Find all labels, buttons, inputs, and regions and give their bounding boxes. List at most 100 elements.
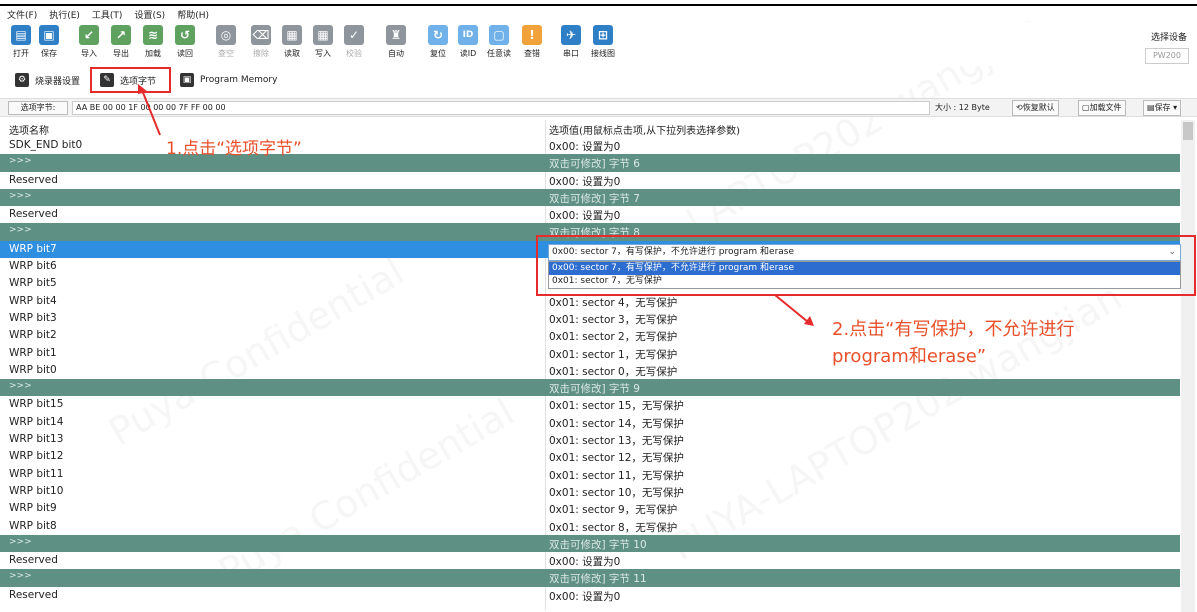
toolbar-button-readback[interactable]: ↺ 读回 xyxy=(172,25,198,59)
table-row[interactable]: WRP bit13 0x01: sector 13，无写保护 xyxy=(0,431,1180,448)
toolbar-button-write[interactable]: ▦ 写入 xyxy=(310,25,336,59)
toolbar-button-open[interactable]: ▤ 打开 xyxy=(8,25,34,59)
toolbar-button-label: 串口 xyxy=(563,49,579,58)
load-file-button[interactable]: ▢加载文件 xyxy=(1078,100,1126,116)
option-value-cell[interactable]: 0x01: sector 9，无写保护 xyxy=(549,502,677,517)
option-name-cell: WRP bit14 xyxy=(9,415,64,428)
table-row[interactable]: WRP bit8 0x01: sector 8，无写保护 xyxy=(0,518,1180,535)
save-button[interactable]: ▤保存 ▾ xyxy=(1143,100,1182,116)
option-value-cell[interactable]: 0x01: sector 12，无写保护 xyxy=(549,450,684,465)
option-value-cell[interactable]: 0x00: 设置为0 xyxy=(549,174,620,189)
option-value-cell[interactable]: 0x01: sector 0，无写保护 xyxy=(549,364,677,379)
toolbar-button-error-check[interactable]: ! 查错 xyxy=(519,25,545,59)
option-name-cell: WRP bit0 xyxy=(9,363,57,376)
table-row[interactable]: WRP bit14 0x01: sector 14，无写保护 xyxy=(0,414,1180,431)
device-select[interactable]: PW200 xyxy=(1145,48,1189,64)
table-row[interactable]: WRP bit11 0x01: sector 11，无写保护 xyxy=(0,466,1180,483)
table-row[interactable]: Reserved 0x00: 设置为0 xyxy=(0,206,1180,223)
tab-label: Program Memory xyxy=(200,75,278,85)
toolbar-button-label: 打开 xyxy=(13,49,29,58)
toolbar-button-load[interactable]: ≋ 加载 xyxy=(140,25,166,59)
option-value-cell[interactable]: 0x00: 设置为0 xyxy=(549,208,620,223)
auto-icon: ♜ xyxy=(386,25,406,45)
toolbar-button-wiring-diagram[interactable]: ⊞ 接线图 xyxy=(590,25,616,59)
import-icon: ↙ xyxy=(79,25,99,45)
restore-default-button[interactable]: ⟲恢复默认 xyxy=(1012,100,1059,116)
group-row[interactable]: >>> 双击可修改] 字节 9 xyxy=(0,379,1180,397)
toolbar-button-read-id[interactable]: ID 读ID xyxy=(455,25,481,59)
serial-port-icon: ✈ xyxy=(561,25,581,45)
read-id-icon: ID xyxy=(458,25,478,45)
menu-help[interactable]: 帮助(H) xyxy=(177,8,209,21)
option-value-cell[interactable]: 双击可修改] 字节 11 xyxy=(549,571,647,586)
tab-programmer-settings[interactable]: ⚙ 烧录器设置 xyxy=(15,70,80,90)
option-value-cell[interactable]: 0x01: sector 8，无写保护 xyxy=(549,520,677,535)
toolbar-button-erase[interactable]: ⌫ 擦除 xyxy=(248,25,274,59)
option-name-cell: Reserved xyxy=(9,173,58,186)
toolbar-button-export[interactable]: ↗ 导出 xyxy=(108,25,134,59)
write-icon: ▦ xyxy=(313,25,333,45)
option-value-cell[interactable]: 0x01: sector 11，无写保护 xyxy=(549,468,684,483)
option-bytes-field[interactable]: AA BE 00 00 1F 00 00 00 7F FF 00 00 xyxy=(72,101,930,115)
scrollbar-thumb[interactable] xyxy=(1183,122,1193,140)
group-row[interactable]: >>> 双击可修改] 字节 11 xyxy=(0,569,1180,587)
blank-check-icon: ◎ xyxy=(216,25,236,45)
menu-settings[interactable]: 设置(S) xyxy=(134,8,165,21)
option-name-cell: WRP bit8 xyxy=(9,519,57,532)
toolbar-button-label: 读ID xyxy=(459,49,477,58)
toolbar-button-save[interactable]: ▣ 保存 xyxy=(36,25,62,59)
option-value-cell[interactable]: 0x01: sector 2，无写保护 xyxy=(549,329,677,344)
annotation-step1: 1.点击“选项字节” xyxy=(166,139,302,159)
save-icon: ▤ xyxy=(1147,103,1155,112)
table-row[interactable]: WRP bit12 0x01: sector 12，无写保护 xyxy=(0,448,1180,465)
toolbar-button-verify[interactable]: ✓ 校验 xyxy=(341,25,367,59)
vertical-scrollbar[interactable] xyxy=(1181,120,1195,612)
table-row[interactable]: Reserved 0x00: 设置为0 xyxy=(0,587,1180,604)
table-row[interactable]: WRP bit15 0x01: sector 15，无写保护 xyxy=(0,396,1180,413)
option-value-cell[interactable]: 0x01: sector 10，无写保护 xyxy=(549,485,684,500)
toolbar-button-any-read[interactable]: ▢ 任意读 xyxy=(486,25,512,59)
option-value-cell[interactable]: 0x01: sector 3，无写保护 xyxy=(549,312,677,327)
toolbar-button-reset[interactable]: ↻ 复位 xyxy=(425,25,451,59)
option-value-cell[interactable]: 0x01: sector 4，无写保护 xyxy=(549,295,677,310)
menu-execute[interactable]: 执行(E) xyxy=(49,8,80,21)
table-row[interactable]: Reserved 0x00: 设置为0 xyxy=(0,172,1180,189)
group-row[interactable]: >>> 双击可修改] 字节 10 xyxy=(0,534,1180,553)
option-value-cell[interactable]: 双击可修改] 字节 6 xyxy=(549,156,640,171)
group-row[interactable]: >>> 双击可修改] 字节 7 xyxy=(0,188,1180,207)
option-value-cell[interactable]: 0x00: 设置为0 xyxy=(549,554,620,569)
option-value-cell[interactable]: 0x01: sector 1，无写保护 xyxy=(549,347,677,362)
gear-icon: ⚙ xyxy=(15,73,29,87)
toolbar-button-label: 任意读 xyxy=(487,49,511,58)
table-row[interactable]: Reserved 0x00: 设置为0 xyxy=(0,552,1180,569)
annotation-arrow-1 xyxy=(138,84,161,136)
option-name-cell: WRP bit15 xyxy=(9,398,64,411)
file-icon: ▢ xyxy=(1082,103,1090,112)
option-value-cell[interactable]: 双击可修改] 字节 9 xyxy=(549,381,640,396)
device-select-label: 选择设备 xyxy=(1150,33,1187,43)
tab-label: 烧录器设置 xyxy=(35,76,81,87)
table-row[interactable]: WRP bit9 0x01: sector 9，无写保护 xyxy=(0,500,1180,517)
option-value-cell[interactable]: 0x01: sector 13，无写保护 xyxy=(549,433,684,448)
option-name-cell: WRP bit4 xyxy=(9,294,57,307)
option-value-cell[interactable]: 双击可修改] 字节 10 xyxy=(549,537,647,552)
table-row[interactable]: WRP bit10 0x01: sector 10，无写保护 xyxy=(0,483,1180,500)
menu-tools[interactable]: 工具(T) xyxy=(92,8,123,21)
toolbar-button-auto[interactable]: ♜ 自动 xyxy=(383,25,409,59)
load-icon: ≋ xyxy=(143,25,163,45)
option-name-cell: WRP bit6 xyxy=(9,260,57,273)
toolbar-button-import[interactable]: ↙ 导入 xyxy=(76,25,102,59)
option-value-cell[interactable]: 双击可修改] 字节 7 xyxy=(549,191,640,206)
tab-program-memory[interactable]: ▣ Program Memory xyxy=(180,70,277,90)
option-value-cell[interactable]: 0x01: sector 14，无写保护 xyxy=(549,416,684,431)
option-name-cell: SDK_END bit0 xyxy=(9,139,83,151)
option-value-cell[interactable]: 0x01: sector 15，无写保护 xyxy=(549,398,684,413)
toolbar-button-label: 保存 xyxy=(41,49,57,58)
option-value-cell[interactable]: 0x00: 设置为0 xyxy=(549,139,620,154)
option-value-cell[interactable]: 0x00: 设置为0 xyxy=(549,589,620,604)
menu-file[interactable]: 文件(F) xyxy=(7,8,37,21)
toolbar-button-blank-check[interactable]: ◎ 查空 xyxy=(213,25,239,59)
option-name-cell: WRP bit9 xyxy=(9,502,57,515)
toolbar-button-serial-port[interactable]: ✈ 串口 xyxy=(558,25,584,59)
toolbar-button-read[interactable]: ▦ 读取 xyxy=(279,25,305,59)
